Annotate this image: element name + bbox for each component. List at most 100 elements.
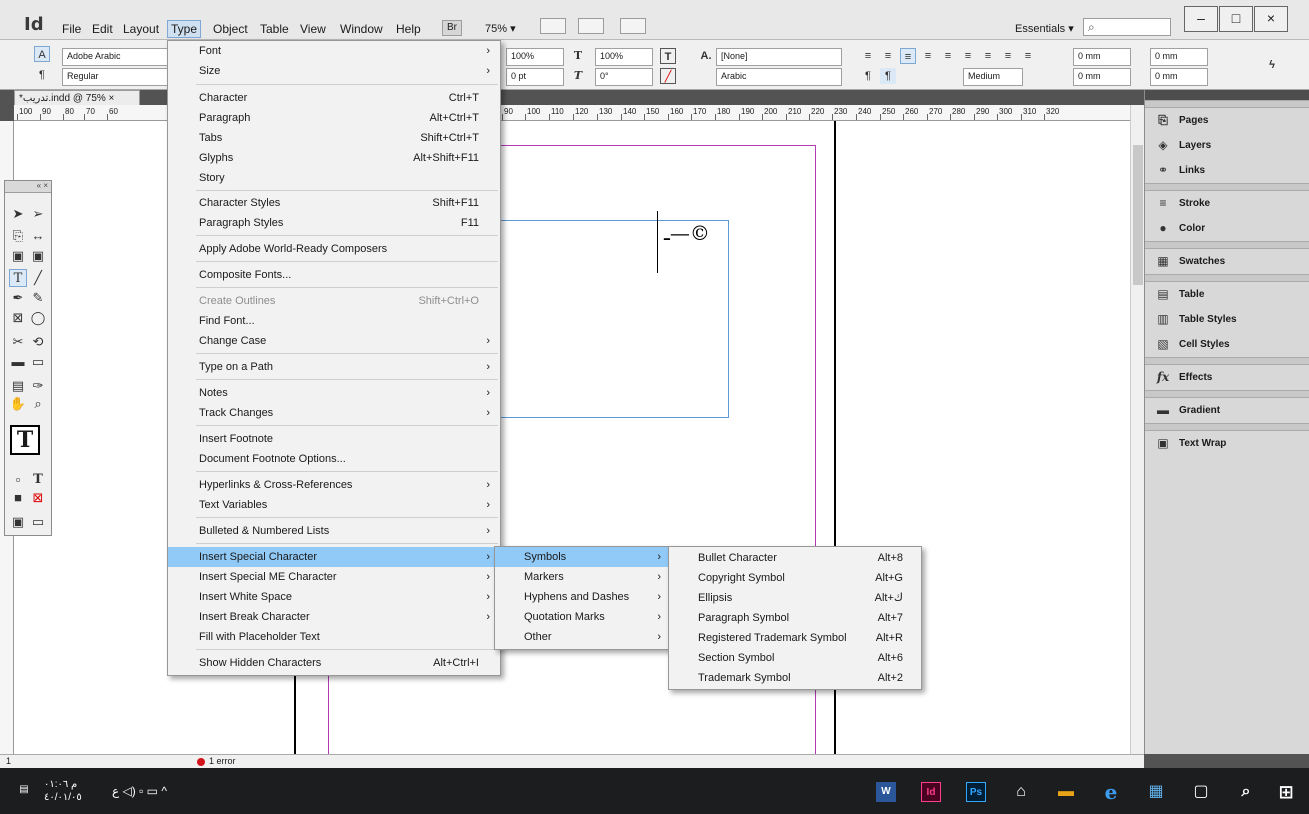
menu-item-composite-fonts[interactable]: Composite Fonts... — [168, 265, 500, 285]
submenu-item-section-symbol[interactable]: Section Symbol Alt+6 — [669, 648, 921, 668]
panel-group-handle[interactable] — [1145, 241, 1309, 249]
align-away-spine-icon[interactable]: ≡ — [1020, 48, 1036, 64]
hand-tool-icon[interactable]: ✋ — [9, 395, 27, 413]
page-tool-icon[interactable]: ⎘ — [9, 227, 27, 245]
word-icon[interactable]: W — [876, 782, 896, 802]
line-tool-icon[interactable]: ╱ — [29, 269, 47, 287]
menu-item-world-ready-composers[interactable]: Apply Adobe World-Ready Composers — [168, 239, 500, 259]
fill-type-icon[interactable]: T — [660, 48, 676, 64]
menu-table[interactable]: Table — [260, 22, 289, 36]
arrange-documents-icon[interactable] — [620, 18, 646, 34]
minimize-button[interactable]: – — [1184, 6, 1218, 32]
formatting-text-icon[interactable]: T — [29, 471, 47, 489]
justify-right-icon[interactable]: ≡ — [960, 48, 976, 64]
action-center-icon[interactable]: ▤ — [14, 780, 34, 800]
vertical-scale-field[interactable]: 100% — [506, 48, 564, 66]
panel-effects[interactable]: fx Effects — [1145, 365, 1309, 390]
align-center-icon[interactable]: ≡ — [880, 48, 896, 64]
menu-item-type-on-path[interactable]: Type on a Path › — [168, 357, 500, 377]
menu-item-insert-footnote[interactable]: Insert Footnote — [168, 429, 500, 449]
menu-item-text-variables[interactable]: Text Variables › — [168, 495, 500, 515]
menu-item-character[interactable]: Character Ctrl+T — [168, 88, 500, 108]
system-tray[interactable]: ع ◁) ▫ ▭ ^ — [112, 784, 167, 798]
apply-none-icon[interactable]: ⊠ — [29, 489, 47, 507]
menu-file[interactable]: File — [62, 22, 81, 36]
vertical-scrollbar[interactable] — [1130, 105, 1144, 754]
font-family-field[interactable]: Adobe Arabic — [62, 48, 170, 66]
menu-item-show-hidden-characters[interactable]: Show Hidden Characters Alt+Ctrl+I — [168, 653, 500, 673]
rectangle-frame-tool-icon[interactable]: ⊠ — [9, 309, 27, 327]
view-options-icon[interactable] — [578, 18, 604, 34]
space-after-field[interactable]: 0 mm — [1150, 68, 1208, 86]
menu-item-glyphs[interactable]: Glyphs Alt+Shift+F11 — [168, 148, 500, 168]
space-before-field[interactable]: 0 mm — [1150, 48, 1208, 66]
submenu-item-bullet-character[interactable]: Bullet Character Alt+8 — [669, 548, 921, 568]
screen-mode-icon[interactable] — [540, 18, 566, 34]
note-tool-icon[interactable]: ▤ — [9, 377, 27, 395]
paragraph-controls-icon[interactable]: ¶ — [34, 67, 50, 83]
submenu-item-markers[interactable]: Markers › — [495, 567, 669, 587]
gradient-swatch-tool-icon[interactable]: ▬ — [9, 353, 27, 371]
align-left-icon[interactable]: ≡ — [860, 48, 876, 64]
edge-icon[interactable]: e — [1101, 782, 1121, 802]
maximize-button[interactable]: □ — [1219, 6, 1253, 32]
menu-item-fill-placeholder-text[interactable]: Fill with Placeholder Text — [168, 627, 500, 647]
panel-cell-styles[interactable]: ▧ Cell Styles — [1145, 332, 1309, 357]
panel-stroke[interactable]: ≡ Stroke — [1145, 191, 1309, 216]
pencil-tool-icon[interactable]: ✎ — [29, 289, 47, 307]
menu-item-font[interactable]: Font › — [168, 41, 500, 61]
close-button[interactable]: × — [1254, 6, 1288, 32]
kashida-weight-field[interactable]: Medium — [963, 68, 1023, 86]
gradient-feather-tool-icon[interactable]: ▭ — [29, 353, 47, 371]
search-input[interactable]: ⌕ — [1083, 18, 1171, 36]
font-style-field[interactable]: Regular — [62, 68, 170, 86]
scrollbar-thumb[interactable] — [1133, 145, 1143, 285]
zoom-tool-icon[interactable]: ⌕ — [29, 395, 47, 413]
submenu-item-trademark-symbol[interactable]: Trademark Symbol Alt+2 — [669, 668, 921, 688]
menu-item-paragraph[interactable]: Paragraph Alt+Ctrl+T — [168, 108, 500, 128]
workspace-switcher[interactable]: Essentials ▾ — [1015, 22, 1074, 35]
app-icon[interactable]: ▦ — [1146, 782, 1166, 802]
stroke-type-icon[interactable]: ╱ — [660, 68, 676, 84]
panel-group-handle[interactable] — [1145, 183, 1309, 191]
menu-window[interactable]: Window — [340, 22, 383, 36]
panel-gradient[interactable]: ▬ Gradient — [1145, 398, 1309, 423]
submenu-item-paragraph-symbol[interactable]: Paragraph Symbol Alt+7 — [669, 608, 921, 628]
submenu-item-copyright-symbol[interactable]: Copyright Symbol Alt+G — [669, 568, 921, 588]
panel-links[interactable]: ⚭ Links — [1145, 158, 1309, 183]
fill-stroke-swatch[interactable]: T — [10, 425, 40, 455]
panel-group-handle[interactable] — [1145, 423, 1309, 431]
bridge-button[interactable]: Br — [442, 20, 462, 36]
align-right-icon[interactable]: ≡ — [900, 48, 916, 64]
panel-group-handle[interactable] — [1145, 100, 1309, 108]
language-field[interactable]: Arabic — [716, 68, 842, 86]
menu-item-character-styles[interactable]: Character Styles Shift+F11 — [168, 193, 500, 213]
first-line-indent-field[interactable]: 0 mm — [1073, 68, 1131, 86]
preview-view-icon[interactable]: ▭ — [29, 513, 47, 531]
panel-text-wrap[interactable]: ▣ Text Wrap — [1145, 431, 1309, 456]
tools-panel-header[interactable]: « × — [5, 181, 51, 193]
menu-item-document-footnote-options[interactable]: Document Footnote Options... — [168, 449, 500, 469]
panel-layers[interactable]: ◈ Layers — [1145, 133, 1309, 158]
scissors-tool-icon[interactable]: ✂ — [9, 333, 27, 351]
submenu-item-hyphens-dashes[interactable]: Hyphens and Dashes › — [495, 587, 669, 607]
menu-item-bulleted-numbered-lists[interactable]: Bulleted & Numbered Lists › — [168, 521, 500, 541]
menu-item-find-font[interactable]: Find Font... — [168, 311, 500, 331]
panel-group-handle[interactable] — [1145, 390, 1309, 398]
menu-item-insert-special-character[interactable]: Insert Special Character › — [168, 547, 500, 567]
panel-pages[interactable]: ⎘ Pages — [1145, 108, 1309, 133]
menu-view[interactable]: View — [300, 22, 326, 36]
align-spine-icon[interactable]: ≡ — [1000, 48, 1016, 64]
panel-color[interactable]: ● Color — [1145, 216, 1309, 241]
explorer-icon[interactable]: ▬ — [1056, 782, 1076, 802]
submenu-item-symbols[interactable]: Symbols › — [495, 547, 669, 567]
taskbar-clock[interactable]: م ٠١:٠٦ ٤٠/٠١/٠٥ — [44, 778, 82, 804]
photoshop-icon[interactable]: Ps — [966, 782, 986, 802]
justify-all-icon[interactable]: ≡ — [980, 48, 996, 64]
left-indent-field[interactable]: 0 mm — [1073, 48, 1131, 66]
eyedropper-tool-icon[interactable]: ✑ — [29, 377, 47, 395]
panel-dock-header[interactable] — [1145, 90, 1309, 100]
menu-item-tabs[interactable]: Tabs Shift+Ctrl+T — [168, 128, 500, 148]
menu-edit[interactable]: Edit — [92, 22, 113, 36]
content-collector-icon[interactable]: ▣ — [9, 247, 27, 265]
